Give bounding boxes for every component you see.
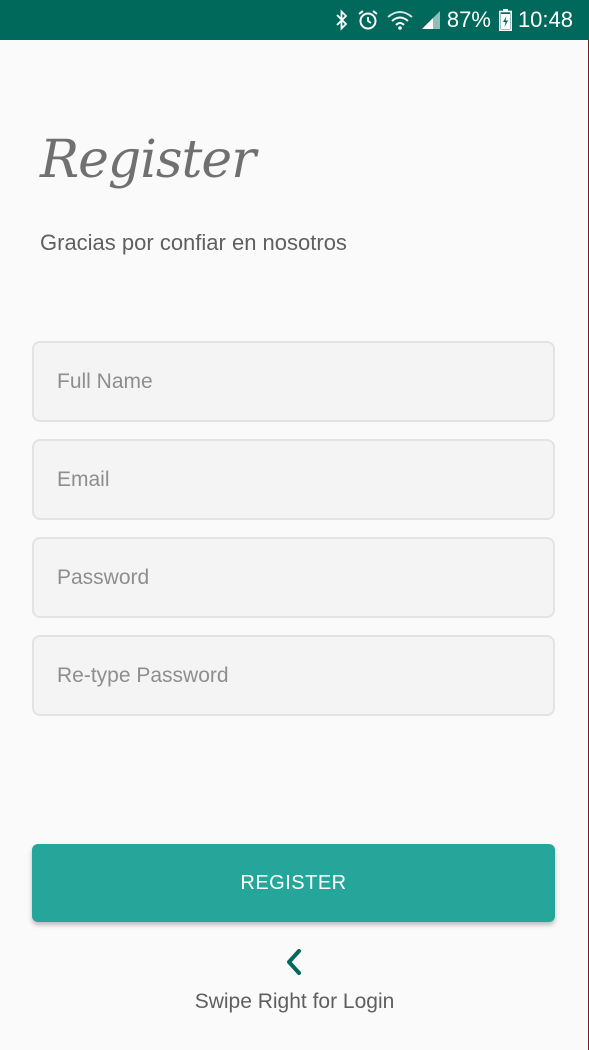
bluetooth-icon (335, 9, 349, 31)
password-input[interactable] (32, 537, 555, 618)
swipe-hint: Swipe Right for Login (194, 990, 395, 1013)
full-name-input[interactable] (32, 341, 555, 422)
clock: 10:48 (517, 7, 573, 32)
alarm-icon (357, 9, 379, 31)
page-subtitle: Gracias por confiar en nosotros (40, 230, 347, 255)
battery-icon (498, 9, 512, 31)
retype-password-input[interactable] (32, 635, 555, 716)
email-input[interactable] (32, 439, 555, 520)
status-bar: 87% 10:48 (0, 0, 589, 40)
chevron-left-icon[interactable] (280, 947, 308, 977)
page-title: Register (40, 130, 256, 190)
wifi-icon (387, 10, 413, 30)
battery-percent: 87% (446, 7, 491, 32)
cell-signal-icon (421, 10, 441, 30)
register-button[interactable]: REGISTER (32, 844, 555, 922)
